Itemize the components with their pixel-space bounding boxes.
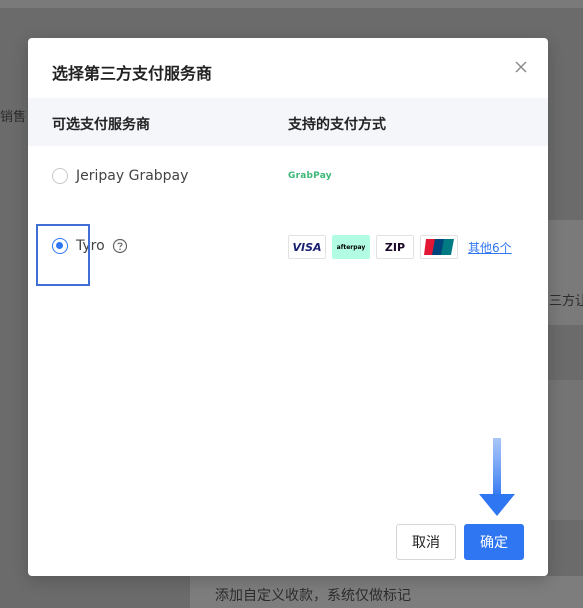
background-panel [0, 0, 583, 8]
dialog-title: 选择第三方支付服务商 [52, 64, 213, 83]
afterpay-logo: afterpay [332, 235, 370, 259]
visa-logo: VISA [288, 235, 326, 259]
confirm-button[interactable]: 确定 [464, 524, 524, 560]
payment-provider-dialog: 选择第三方支付服务商 可选支付服务商 支持的支付方式 Jeripay Grabp… [28, 38, 548, 576]
background-card [548, 380, 583, 520]
column-header-provider: 可选支付服务商 [52, 117, 150, 133]
provider-name: Jeripay Grabpay [76, 168, 189, 184]
more-methods-link[interactable]: 其他6个 [468, 239, 512, 256]
background-hint: 添加自定义收款，系统仅做标记 [215, 588, 411, 604]
unionpay-logo [420, 235, 458, 259]
cancel-button[interactable]: 取消 [396, 524, 456, 560]
provider-row-jeripay[interactable]: Jeripay Grabpay GrabPay [28, 146, 548, 216]
payment-method-list: VISA afterpay ZIP 其他6个 [288, 235, 512, 259]
grabpay-logo: GrabPay [288, 171, 332, 181]
background-label: 销售 [0, 110, 27, 125]
provider-row-tyro[interactable]: Tyro VISA afterpay ZIP 其他6个 [28, 216, 548, 286]
annotation-highlight-box [36, 224, 90, 286]
column-header-methods: 支持的支付方式 [288, 117, 386, 133]
question-circle-icon[interactable] [112, 238, 128, 254]
background-label: 三方让 [549, 294, 583, 309]
radio-jeripay[interactable] [52, 168, 68, 184]
zip-logo: ZIP [376, 235, 414, 259]
table-header: 可选支付服务商 支持的支付方式 [28, 98, 548, 146]
annotation-arrow-down-icon [478, 438, 516, 518]
background-card [548, 220, 583, 325]
close-icon[interactable] [510, 56, 532, 78]
